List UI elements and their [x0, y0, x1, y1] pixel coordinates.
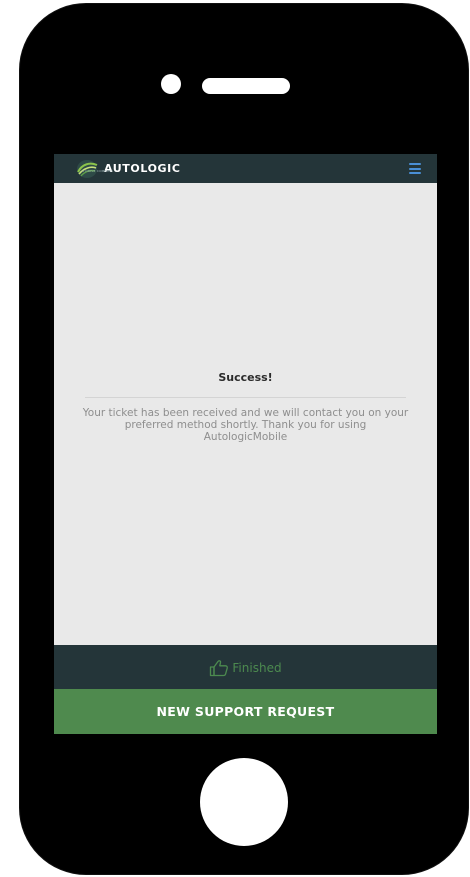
front-camera [161, 74, 181, 94]
new-support-request-button[interactable]: NEW SUPPORT REQUEST [54, 689, 437, 734]
success-message: Your ticket has been received and we wil… [82, 407, 409, 443]
thumbs-up-icon [210, 660, 229, 677]
main-content: Success! Your ticket has been received a… [54, 183, 437, 645]
hamburger-menu-icon[interactable] [409, 163, 421, 174]
app-header: AUTOLOGIC A DRIVE COMPANY [54, 154, 437, 183]
brand-subtitle: A DRIVE COMPANY [82, 169, 113, 173]
title-divider [85, 397, 406, 398]
brand-name: AUTOLOGIC [104, 161, 181, 175]
success-title: Success! [218, 371, 273, 384]
earpiece-speaker [202, 78, 290, 94]
status-label: Finished [232, 661, 282, 675]
status-indicator: Finished [209, 659, 282, 677]
status-bar: Finished [54, 645, 437, 689]
phone-screen: AUTOLOGIC A DRIVE COMPANY Success! Your … [54, 154, 437, 734]
home-button[interactable] [200, 758, 288, 846]
